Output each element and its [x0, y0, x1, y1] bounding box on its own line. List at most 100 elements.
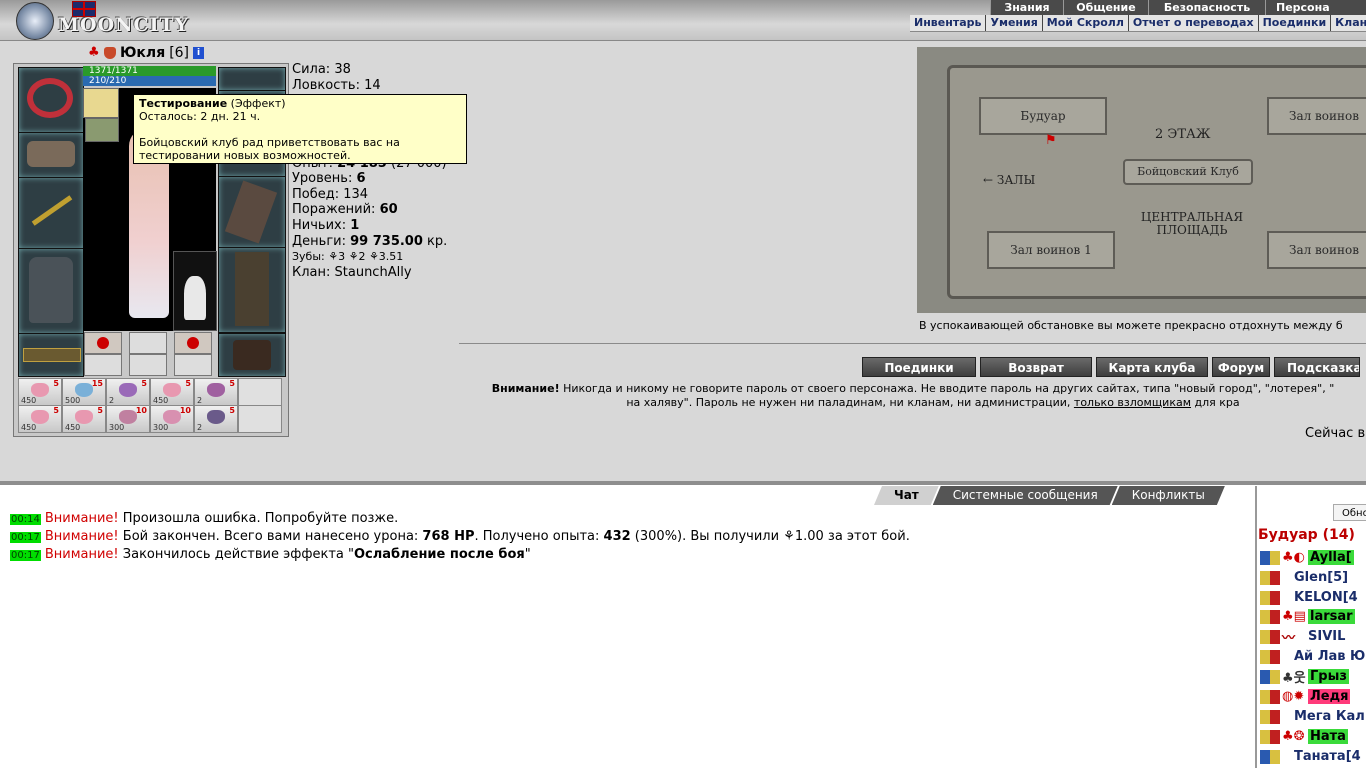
- stat-wins: Побед: 134: [292, 186, 369, 202]
- submenu-clan[interactable]: Клан: [1330, 15, 1366, 31]
- private-message-icon[interactable]: [1260, 749, 1280, 764]
- clan-emblem-icon[interactable]: [104, 47, 116, 59]
- private-message-icon[interactable]: [1260, 570, 1280, 585]
- tooltip-title: Тестирование: [139, 97, 228, 110]
- belt-slot[interactable]: [18, 333, 84, 377]
- refresh-button[interactable]: Обновить: [1333, 504, 1366, 521]
- fight-club-hub[interactable]: Бойцовский Клуб: [1123, 159, 1253, 185]
- floor-2-label[interactable]: 2 ЭТАЖ: [1155, 127, 1210, 142]
- private-message-icon[interactable]: [1260, 609, 1280, 624]
- submenu-transfers[interactable]: Отчет о переводах: [1127, 15, 1258, 31]
- tab-conflicts[interactable]: Конфликты: [1112, 486, 1225, 505]
- flower-wreath-icon: [27, 78, 73, 118]
- rune-slot-3[interactable]: [174, 354, 212, 376]
- pants-slot[interactable]: [218, 247, 286, 333]
- chat-tabs: Чат Системные сообщения Конфликты: [880, 486, 1225, 505]
- chat-time[interactable]: 00:14: [10, 514, 41, 525]
- club-map-button[interactable]: Карта клуба: [1096, 357, 1208, 377]
- shield-slot[interactable]: [218, 176, 286, 248]
- private-message-icon[interactable]: [1260, 590, 1280, 605]
- inventory-item[interactable]: 5 450: [18, 405, 62, 433]
- user-row[interactable]: Таната[4: [1260, 748, 1361, 765]
- room-warriors-hall-1[interactable]: Зал воинов 1: [987, 231, 1115, 269]
- inventory-item[interactable]: 52: [194, 405, 238, 433]
- menu-security[interactable]: Безопасность: [1148, 0, 1265, 15]
- medkit-slot-2[interactable]: [174, 332, 212, 354]
- inventory-item[interactable]: 5 450: [150, 378, 194, 406]
- user-row[interactable]: ♣▤ larsar: [1260, 608, 1355, 625]
- weapon-slot[interactable]: [18, 177, 84, 249]
- tab-system-messages[interactable]: Системные сообщения: [933, 486, 1118, 505]
- medkit-slot-1[interactable]: [84, 332, 122, 354]
- halls-link[interactable]: ← ЗАЛЫ: [983, 173, 1035, 187]
- empty-inventory-slot[interactable]: [238, 405, 282, 433]
- user-row[interactable]: KELON[4: [1260, 589, 1358, 606]
- private-message-icon[interactable]: [1260, 709, 1280, 724]
- user-badges-icon: 〰: [1282, 631, 1296, 646]
- chat-time[interactable]: 00:17: [10, 550, 41, 561]
- user-row[interactable]: ♣◐ Aylla[: [1260, 549, 1354, 566]
- character-name[interactable]: Юкля: [120, 45, 165, 61]
- menu-communication[interactable]: Общение: [1063, 0, 1148, 15]
- pants-icon: [235, 252, 269, 326]
- earring-slot[interactable]: [218, 67, 286, 91]
- forum-button[interactable]: Форум: [1212, 357, 1270, 377]
- room-warriors-hall[interactable]: Зал воинов: [1267, 97, 1366, 135]
- menu-knowledge[interactable]: Знания: [990, 0, 1063, 15]
- private-message-icon[interactable]: [1260, 629, 1280, 644]
- private-message-icon[interactable]: [1260, 669, 1280, 684]
- inventory-item[interactable]: 15 500: [62, 378, 106, 406]
- private-message-icon[interactable]: [1260, 550, 1280, 565]
- stat-level: Уровень: 6: [292, 171, 366, 187]
- submenu-fights[interactable]: Поединки: [1257, 15, 1331, 31]
- user-row[interactable]: Ай Лав Ю: [1260, 648, 1365, 665]
- submenu-inventory[interactable]: Инвентарь: [910, 15, 985, 31]
- chat-time[interactable]: 00:17: [10, 532, 41, 543]
- crossbow-icon: [31, 195, 73, 226]
- effect-test-icon[interactable]: [83, 88, 119, 118]
- inventory-item[interactable]: 5 450: [18, 378, 62, 406]
- app-logo[interactable]: MOONCITY: [14, 2, 188, 40]
- user-row[interactable]: ♣웃 Грыз: [1260, 668, 1349, 686]
- flag-icon[interactable]: [72, 1, 96, 17]
- user-row[interactable]: 〰 SIVIL: [1260, 628, 1345, 646]
- private-message-icon[interactable]: [1260, 649, 1280, 664]
- menu-persona[interactable]: Персона: [1265, 0, 1366, 15]
- user-row[interactable]: ♣❂ Ната: [1260, 728, 1348, 745]
- belt-icon: [23, 348, 81, 362]
- boots-slot[interactable]: [218, 333, 286, 377]
- helmet-slot[interactable]: [18, 67, 84, 133]
- central-square-label[interactable]: ЦЕНТРАЛЬНАЯ ПЛОЩАДЬ: [1131, 211, 1253, 237]
- inventory-item[interactable]: 10 300: [106, 405, 150, 433]
- hackers-link[interactable]: только взломщикам: [1074, 396, 1191, 409]
- submenu-skills[interactable]: Умения: [985, 15, 1041, 31]
- return-button[interactable]: Возврат: [980, 357, 1092, 377]
- armor-slot[interactable]: [18, 248, 84, 334]
- effect-icon[interactable]: [85, 118, 119, 142]
- user-row[interactable]: Glen[5]: [1260, 569, 1348, 586]
- user-row[interactable]: Мега Кал: [1260, 708, 1365, 725]
- pet-cat-icon[interactable]: [173, 251, 217, 331]
- room-warriors-hall-2[interactable]: Зал воинов: [1267, 231, 1366, 269]
- rune-slot-2[interactable]: [129, 354, 167, 376]
- private-message-icon[interactable]: [1260, 689, 1280, 704]
- empty-inventory-slot[interactable]: [238, 378, 282, 406]
- inventory-item[interactable]: 5 450: [62, 405, 106, 433]
- empty-slot[interactable]: [129, 332, 167, 354]
- fights-button[interactable]: Поединки: [862, 357, 976, 377]
- inventory-item[interactable]: 52: [194, 378, 238, 406]
- submenu-scroll[interactable]: Мой Скролл: [1041, 15, 1128, 31]
- user-row[interactable]: ◍✹ Ледя: [1260, 688, 1351, 705]
- tooltip-type: (Эффект): [230, 97, 286, 110]
- armor-icon: [29, 257, 73, 323]
- hint-button[interactable]: Подсказка: [1274, 357, 1360, 377]
- inventory-item[interactable]: 10 300: [150, 405, 194, 433]
- inventory-item[interactable]: 52: [106, 378, 150, 406]
- chat-line: 00:17 Внимание! Закончилось действие эффе…: [10, 547, 531, 562]
- tab-chat[interactable]: Чат: [874, 486, 939, 505]
- info-icon[interactable]: i: [193, 47, 205, 59]
- room-boudoir[interactable]: Будуар: [979, 97, 1107, 135]
- rune-slot-1[interactable]: [84, 354, 122, 376]
- private-message-icon[interactable]: [1260, 729, 1280, 744]
- bracers-slot[interactable]: [18, 132, 84, 178]
